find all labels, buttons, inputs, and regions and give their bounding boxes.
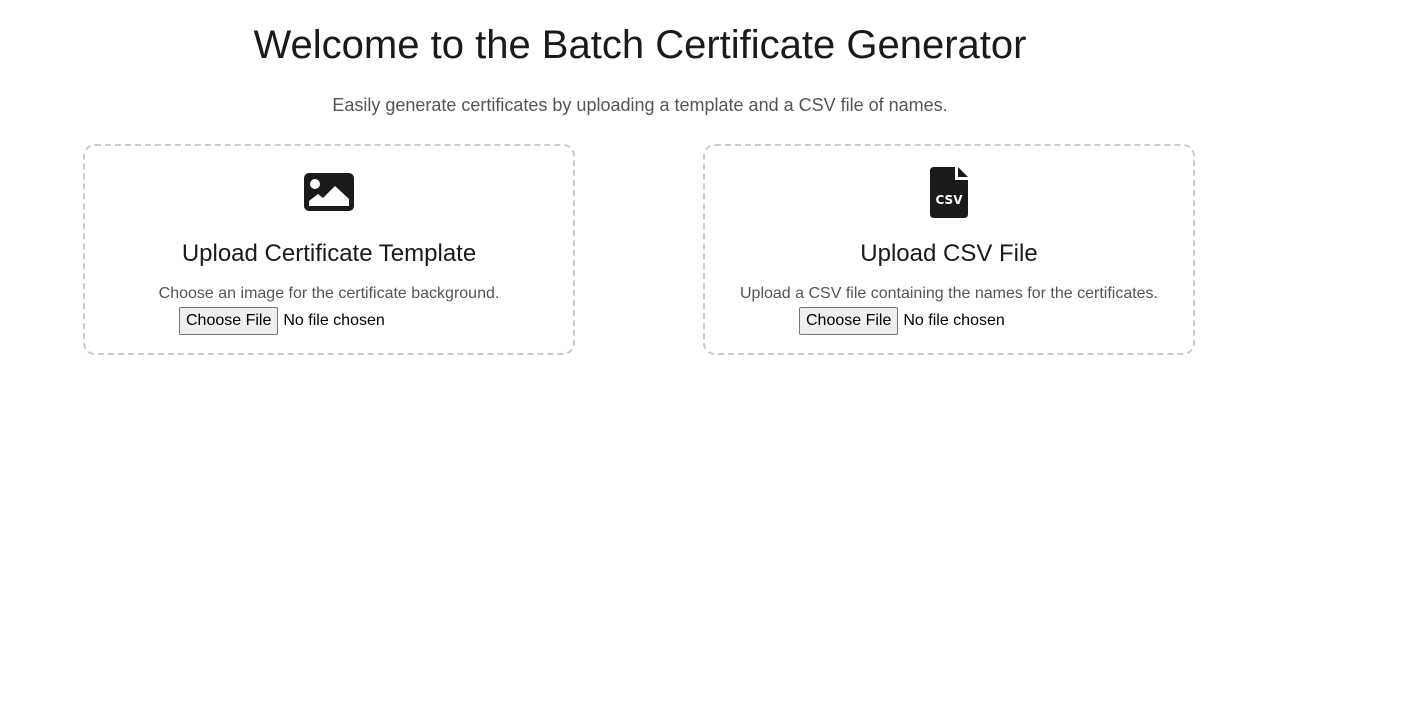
csv-card-title: Upload CSV File: [860, 240, 1038, 267]
page-subtitle: Easily generate certificates by uploadin…: [332, 95, 948, 115]
csv-card-description: Upload a CSV file containing the names f…: [740, 285, 1158, 302]
page-title: Welcome to the Batch Certificate Generat…: [253, 23, 1027, 67]
template-choose-file-button[interactable]: Choose File: [179, 307, 279, 335]
template-file-status: No file chosen: [283, 312, 385, 329]
template-file-input[interactable]: Choose File No file chosen: [179, 307, 385, 335]
hero-section: Welcome to the Batch Certificate Generat…: [0, 0, 1280, 116]
csv-file-status: No file chosen: [903, 312, 1005, 329]
page: Welcome to the Batch Certificate Generat…: [0, 0, 1426, 712]
template-card-title: Upload Certificate Template: [181, 240, 477, 267]
csv-icon-label: CSV: [936, 193, 964, 207]
csv-file-input[interactable]: Choose File No file chosen: [799, 307, 1005, 335]
csv-file-icon: CSV: [705, 166, 1193, 218]
template-upload-card[interactable]: Upload Certificate Template Choose an im…: [83, 144, 575, 355]
csv-upload-card[interactable]: CSV Upload CSV File Upload a CSV file co…: [703, 144, 1195, 355]
image-icon: [85, 166, 573, 218]
template-card-description: Choose an image for the certificate back…: [158, 285, 500, 302]
csv-choose-file-button[interactable]: Choose File: [799, 307, 899, 335]
